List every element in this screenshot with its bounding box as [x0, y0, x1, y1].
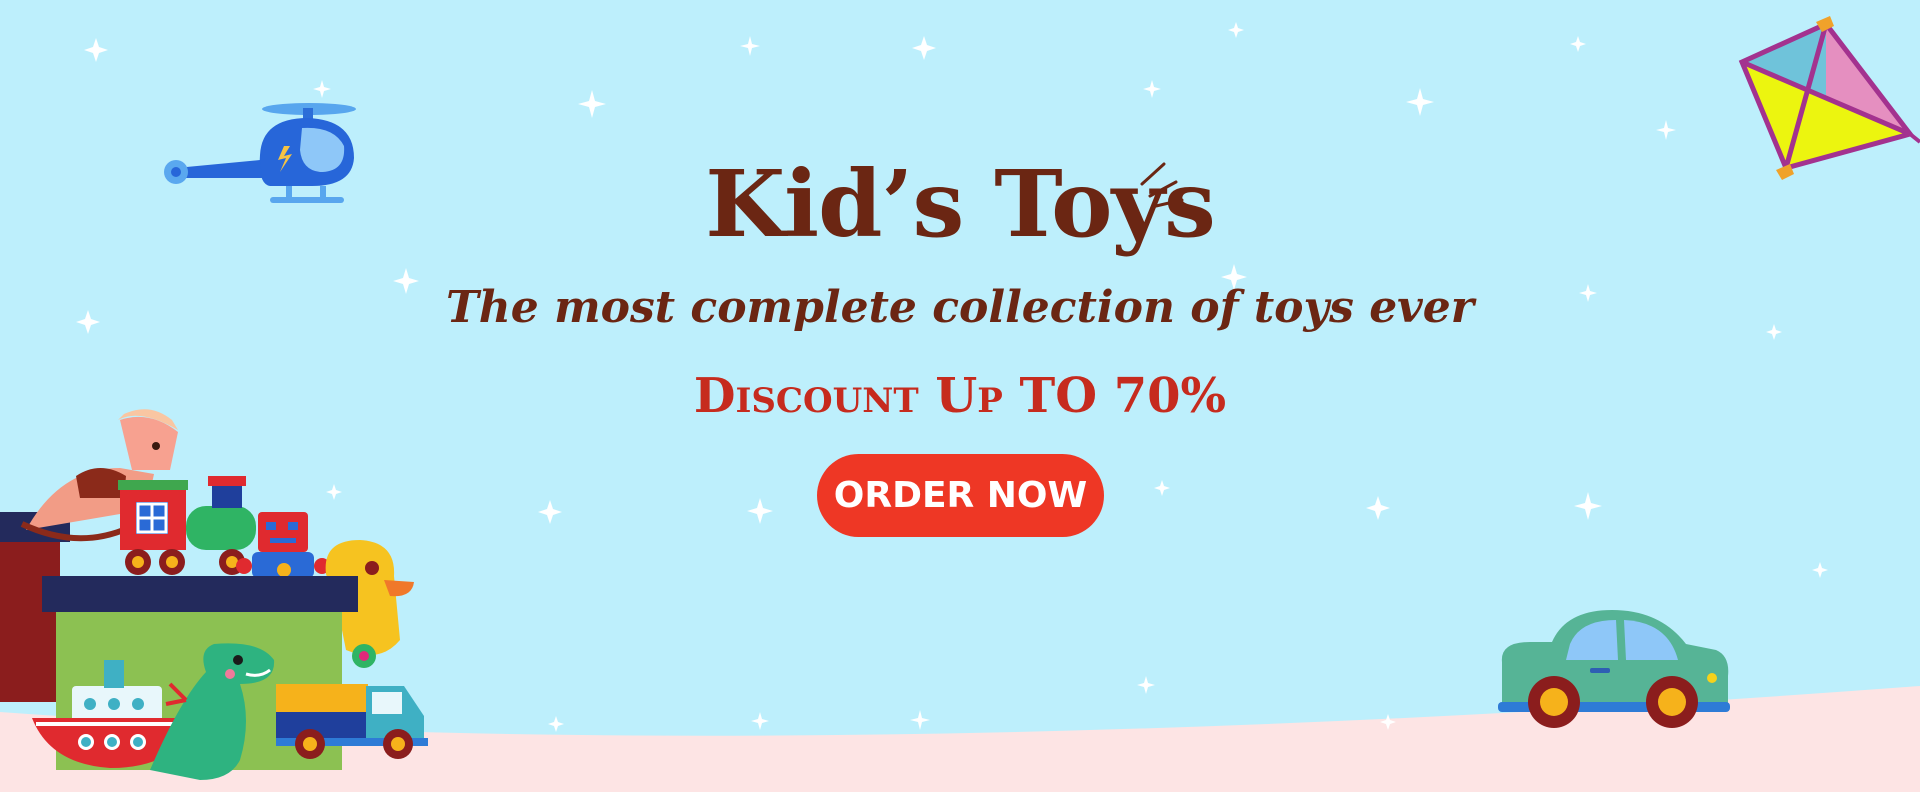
promo-banner: Kid’s Toys The most complete collection …	[0, 0, 1920, 792]
page-title: Kid’s Toys	[705, 150, 1216, 258]
order-now-button[interactable]: ORDER NOW	[817, 454, 1104, 537]
tagline: The most complete collection of toys eve…	[446, 282, 1474, 333]
discount-text: Discount Up TO 70%	[693, 368, 1227, 424]
